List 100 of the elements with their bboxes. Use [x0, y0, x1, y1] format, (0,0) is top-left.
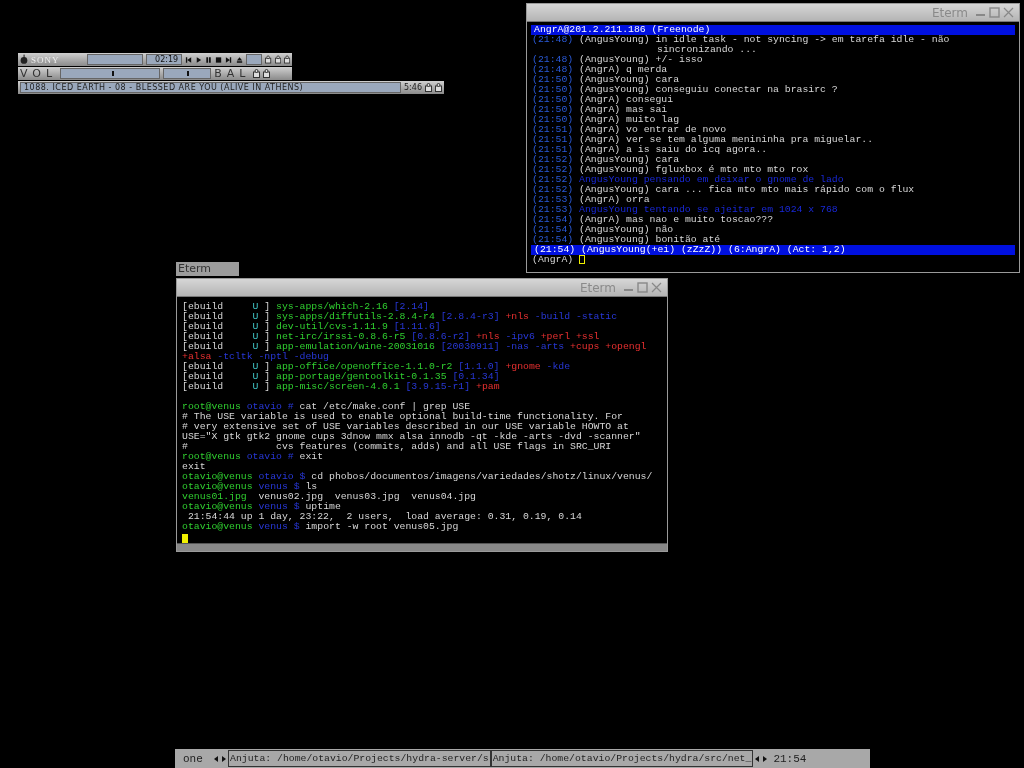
terminal-line: USE="X gtk gtk2 gnome cups 3dnow mmx alsa innodb -qt -kde -arts -dvd -scanner" — [182, 432, 642, 442]
arrow-right-icon[interactable] — [220, 754, 228, 763]
nick: (AngusYoung) — [579, 185, 650, 195]
chat-message: cara — [655, 155, 680, 165]
nick: (AngrA) — [579, 95, 621, 105]
status-bar: (21:54) (AngusYoung(+ei) (zZzZ)) (6:AngrA) (Act: 1,2) — [531, 245, 1015, 255]
display-field — [87, 54, 143, 65]
track-duration: 5:46 — [404, 83, 422, 92]
chat-message: bonitão até — [655, 235, 721, 245]
timestamp: (21:51) — [532, 145, 574, 155]
timestamp: (21:50) — [532, 95, 574, 105]
nick: (AngrA) — [579, 115, 621, 125]
timestamp: (21:52) — [532, 155, 574, 165]
task-button[interactable]: Anjuta: /home/otavio/Projects/hydra-server/s — [228, 750, 491, 767]
stop-icon[interactable] — [215, 55, 223, 64]
next-icon[interactable] — [225, 55, 233, 64]
terminal-line: [ebuild U ] app-misc/screen-4.0.1 [3.9.15-r1] +pam — [182, 382, 501, 392]
nick: (AngusYoung) — [579, 165, 650, 175]
window-title: Eterm — [579, 280, 616, 295]
previous-icon[interactable] — [185, 55, 193, 64]
input-prompt: (AngrA) — [532, 255, 574, 265]
timestamp: (21:51) — [532, 125, 574, 135]
track-title: 1088. ICED EARTH - 08 - BLESSED ARE YOU (ALIVE IN ATHENS) — [20, 82, 402, 93]
chat-message: conseguiu conectar na brasirc ? — [655, 85, 838, 95]
terminal-line: exit — [182, 462, 207, 472]
nick: (AngrA) — [579, 215, 621, 225]
workspace-name[interactable]: one — [175, 752, 212, 765]
balance-slider[interactable] — [163, 68, 212, 79]
timestamp: (21:50) — [532, 115, 574, 125]
chat-message: mas nao e muito toscao??? — [626, 215, 774, 225]
action-message: AngusYoung tentando se ajeitar em 1024 x 768 — [579, 205, 838, 215]
terminal-line: 21:54:44 up 1 day, 23:22, 2 users, load average: 0.31, 0.19, 0.14 — [187, 512, 583, 522]
timestamp: (21:52) — [532, 165, 574, 175]
mode-field — [245, 54, 263, 65]
chat-message: muito lag — [626, 115, 679, 125]
slider-thumb[interactable] — [187, 71, 190, 76]
terminal-line: venus01.jpg venus02.jpg venus03.jpg venus04.jpg — [182, 492, 477, 502]
nick: (AngrA) — [579, 145, 621, 155]
play-icon[interactable] — [195, 55, 203, 64]
chat-message: orra — [626, 195, 650, 205]
nick: (AngrA) — [579, 105, 621, 115]
timestamp: (21:53) — [532, 205, 574, 215]
window-title: Eterm — [931, 5, 968, 20]
pause-icon[interactable] — [205, 55, 213, 64]
clock: 21:54 — [772, 752, 808, 765]
chat-message: sincronizando ... — [657, 45, 757, 55]
terminal-line: # very extensive set of USE variables described in our USE variable HOWTO at — [182, 422, 630, 432]
nick: (AngusYoung) — [579, 85, 650, 95]
chat-message: mas sai — [626, 105, 668, 115]
timestamp: (21:54) — [532, 235, 574, 245]
chat-message: q merda — [626, 65, 668, 75]
terminal-line: otavio@venus venus $ uptime — [182, 502, 341, 512]
terminal-line: [ebuild U ] dev-util/cvs-1.11.9 [1.11.6] — [182, 322, 441, 332]
arrow-left-icon[interactable] — [212, 754, 220, 763]
timestamp: (21:50) — [532, 75, 574, 85]
timestamp: (21:48) — [532, 35, 574, 45]
chat-message: consegui — [626, 95, 674, 105]
text-cursor — [182, 534, 188, 543]
terminal-line: otavio@venus otavio $ cd phobos/documentos/imagens/variedades/shotz/linux/venus/ — [182, 472, 654, 482]
terminal-line: # The USE variable is used to enable optional build-time functionality. For — [182, 412, 624, 422]
terminal-line: # cvs features (commits, adds) and all USE flags in SRC_URI — [182, 442, 613, 452]
nick: (AngusYoung) — [579, 35, 650, 45]
chat-message: a is saiu do icq agora.. — [626, 145, 768, 155]
timestamp: (21:52) — [532, 175, 574, 185]
terminal-line: [ebuild U ] sys-apps/which-2.16 [2.14] — [182, 302, 429, 312]
timestamp: (21:54) — [532, 225, 574, 235]
terminal-line: [ebuild U ] app-portage/gentoolkit-0.1.35 [0.1.34] — [182, 372, 501, 382]
nick: (AngusYoung) — [579, 75, 650, 85]
task-button[interactable]: Anjuta: /home/otavio/Projects/hydra/src/net_ — [490, 750, 754, 767]
volume-slider[interactable] — [60, 68, 161, 79]
timestamp: (21:51) — [532, 135, 574, 145]
chat-message: in idle task - not syncing -> em tarefa idle - não — [655, 35, 950, 45]
chat-message: +/- isso — [655, 55, 703, 65]
chat-message: cara — [655, 75, 680, 85]
nick: (AngusYoung) — [579, 155, 650, 165]
slider-thumb[interactable] — [112, 71, 115, 76]
timestamp: (21:48) — [532, 65, 574, 75]
time-display: 02:19 — [145, 54, 183, 65]
topic-bar: AngrA@201.2.211.186 (Freenode) — [531, 25, 1015, 35]
timestamp: (21:52) — [532, 185, 574, 195]
nick: (AngrA) — [579, 135, 621, 145]
knob-icon[interactable] — [20, 54, 28, 65]
nick: (AngusYoung) — [579, 235, 650, 245]
terminal-line: [ebuild U ] app-emulation/wine-20031016 [20030911] -nas -arts +cups +opengl — [182, 342, 648, 352]
nick: (AngrA) — [579, 65, 621, 75]
volume-label: VOL — [20, 67, 58, 80]
timestamp: (21:53) — [532, 195, 574, 205]
terminal-line: [ebuild U ] net-irc/irssi-0.8.6-r5 [0.8.6-r2] +nls -ipv6 +perl +ssl — [182, 332, 601, 342]
nick: (AngusYoung) — [579, 55, 650, 65]
terminal-line: otavio@venus venus $ ls — [182, 482, 319, 492]
scrollbar[interactable] — [177, 543, 667, 551]
timestamp: (21:54) — [532, 215, 574, 225]
iconified-window[interactable]: Eterm — [176, 262, 239, 276]
nick: (AngrA) — [579, 125, 621, 135]
chat-message: não — [655, 225, 674, 235]
action-message: AngusYoung pensando em deixar o gnome de lado — [579, 175, 844, 185]
balance-label: BAL — [214, 67, 251, 80]
eject-icon[interactable] — [235, 55, 243, 64]
timestamp: (21:48) — [532, 55, 574, 65]
timestamp: (21:50) — [532, 85, 574, 95]
